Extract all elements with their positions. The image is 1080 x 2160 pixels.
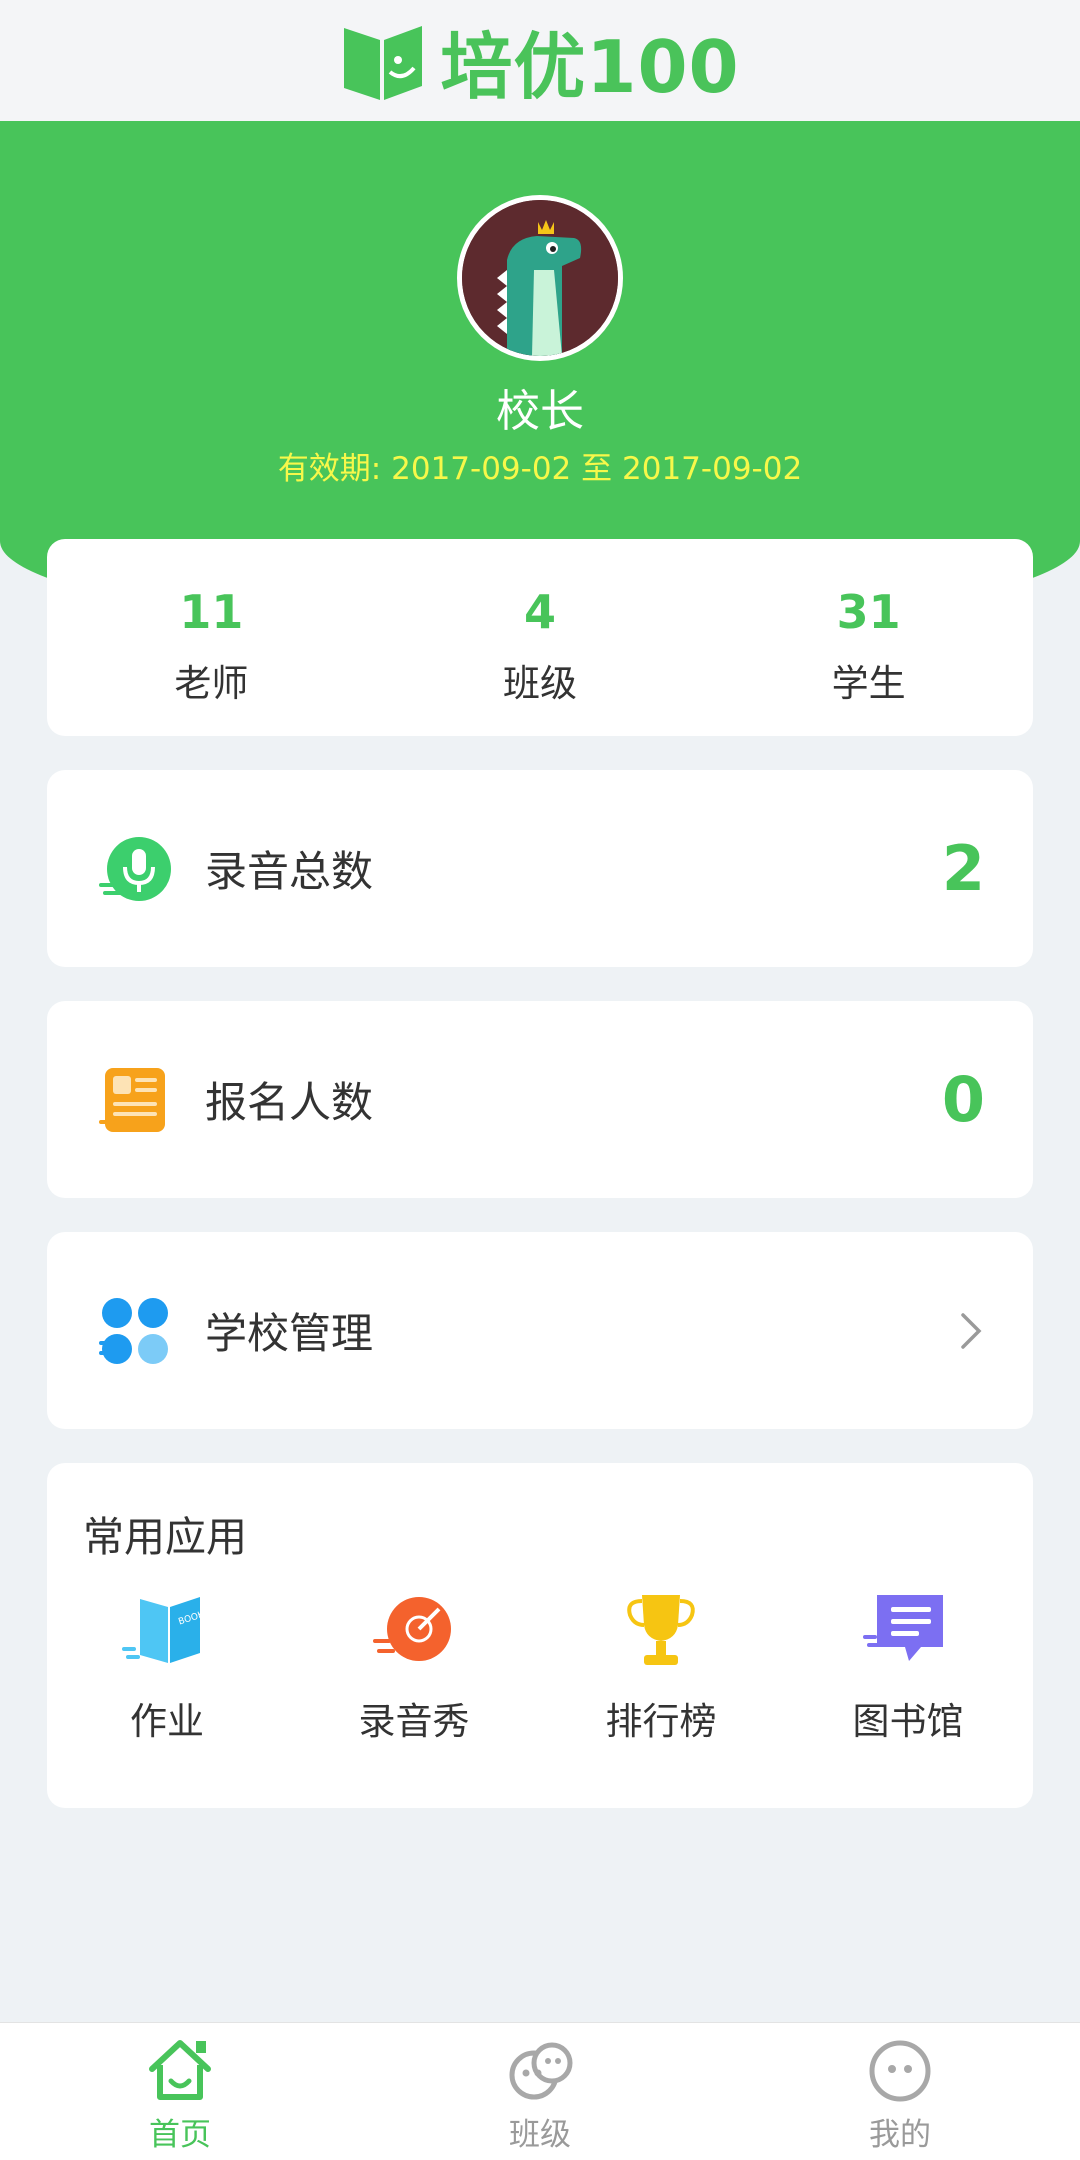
brand-name: 培优100: [440, 25, 740, 109]
stat-value: 4: [524, 585, 557, 639]
common-apps-card: 常用应用 BOOK 作业 录音秀 排行榜 图书馆: [47, 1463, 1033, 1808]
app-label: 作业: [130, 1700, 204, 1743]
validity-end: 2017-09-02: [622, 451, 803, 487]
app-leaderboard[interactable]: 排行榜: [541, 1589, 781, 1745]
brand: 培优100: [340, 8, 739, 113]
validity-start: 2017-09-02: [391, 451, 572, 487]
app-library[interactable]: 图书馆: [788, 1589, 1028, 1745]
book-icon: BOOK: [122, 1597, 206, 1663]
recording-total-card[interactable]: 录音总数 2: [47, 770, 1033, 967]
bottom-tab-bar: 首页 班级 我的: [0, 2022, 1080, 2160]
recording-total-label: 录音总数: [205, 847, 374, 896]
chevron-right-icon: [961, 1312, 982, 1349]
library-icon: [863, 1595, 943, 1661]
app-homework[interactable]: BOOK 作业: [47, 1589, 287, 1745]
profile-icon: [869, 2040, 931, 2102]
stat-teachers[interactable]: 11 老师: [47, 539, 376, 736]
app-recording-show[interactable]: 录音秀: [294, 1589, 534, 1745]
tab-label: 首页: [149, 2117, 211, 2153]
brand-logo-icon: [344, 25, 423, 100]
document-icon: [99, 1067, 165, 1132]
stats-card: 11 老师 4 班级 31 学生: [47, 539, 1033, 736]
enrollment-count-value: 0: [941, 1063, 985, 1136]
tab-label: 我的: [869, 2117, 931, 2153]
user-role-name: 校长: [496, 386, 584, 437]
common-apps-title: 常用应用: [83, 1513, 247, 1561]
stat-label: 学生: [831, 662, 906, 705]
stat-students[interactable]: 31 学生: [704, 539, 1033, 736]
school-management-label: 学校管理: [205, 1309, 374, 1358]
stat-label: 班级: [503, 662, 577, 705]
dinosaur-avatar-icon: [462, 200, 618, 356]
top-bar: 培优100: [0, 0, 1080, 121]
stat-value: 31: [836, 585, 901, 639]
trophy-icon: [627, 1595, 695, 1665]
tab-home[interactable]: 首页: [0, 2023, 360, 2160]
validity-separator: 至: [571, 451, 623, 487]
stat-classes[interactable]: 4 班级: [376, 539, 705, 736]
school-management-card[interactable]: 学校管理: [47, 1232, 1033, 1429]
class-icon: [509, 2042, 573, 2100]
tab-profile[interactable]: 我的: [720, 2023, 1080, 2160]
stat-value: 11: [179, 585, 244, 639]
validity-period: 有效期: 2017-09-02 至 2017-09-02: [0, 443, 1080, 488]
stat-label: 老师: [174, 662, 249, 705]
tab-label: 班级: [509, 2117, 571, 2153]
avatar[interactable]: [457, 195, 623, 361]
microphone-icon: [99, 836, 171, 901]
app-label: 录音秀: [358, 1700, 470, 1743]
record-icon: [373, 1597, 451, 1661]
grid-icon: [99, 1297, 168, 1364]
enrollment-count-card[interactable]: 报名人数 0: [47, 1001, 1033, 1198]
validity-label: 有效期:: [277, 451, 392, 487]
recording-total-value: 2: [941, 832, 985, 905]
enrollment-count-label: 报名人数: [205, 1078, 374, 1127]
home-icon: [149, 2040, 211, 2100]
app-label: 排行榜: [605, 1700, 717, 1743]
tab-class[interactable]: 班级: [360, 2023, 720, 2160]
app-label: 图书馆: [852, 1700, 964, 1743]
